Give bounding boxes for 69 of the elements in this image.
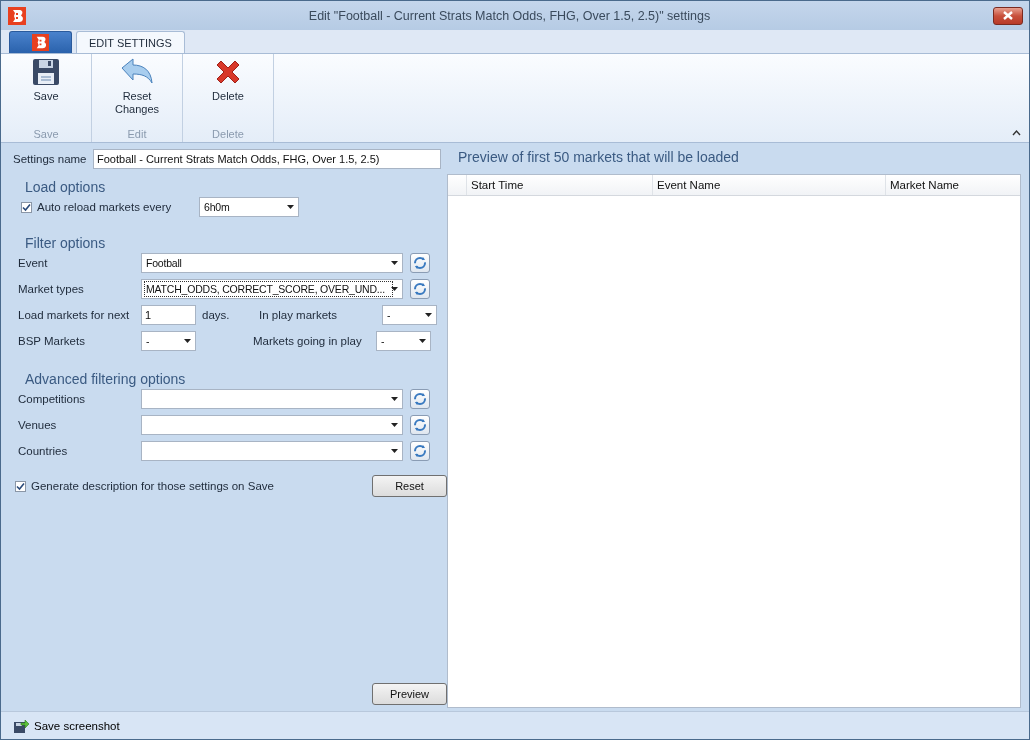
dropdown[interactable]: Football bbox=[141, 253, 403, 273]
column-header[interactable]: Start Time bbox=[466, 175, 652, 195]
save-arrow-icon[interactable] bbox=[13, 717, 29, 734]
refresh-icon bbox=[413, 418, 427, 432]
dropdown-caret-icon bbox=[287, 205, 294, 209]
undo-arrow-icon bbox=[120, 58, 154, 86]
app-logo-icon bbox=[32, 34, 49, 51]
refresh-button[interactable] bbox=[410, 253, 430, 273]
dropdown-caret-icon bbox=[391, 423, 398, 427]
close-button[interactable] bbox=[993, 6, 1023, 25]
field-label: Event bbox=[18, 257, 49, 269]
checkbox[interactable] bbox=[21, 201, 32, 213]
group-label: Save bbox=[33, 128, 59, 140]
status-label[interactable]: Save screenshot bbox=[34, 719, 120, 732]
settings-name-field[interactable]: Football - Current Strats Match Odds, FHG, Over 1.5, 2.5) bbox=[93, 149, 441, 169]
field-label: BSP Markets bbox=[18, 335, 86, 347]
dropdown-caret-icon bbox=[419, 339, 426, 343]
preview-button[interactable]: Preview bbox=[372, 683, 447, 705]
field-label: Market types bbox=[18, 283, 85, 295]
field-label: In play markets bbox=[259, 309, 338, 321]
window-title: Edit "Football - Current Strats Match Odds, FHG, Over 1.5, 2.5)" settings bbox=[307, 8, 712, 23]
dropdown-caret-icon bbox=[391, 287, 398, 291]
dropdown-caret-icon bbox=[391, 397, 398, 401]
refresh-icon bbox=[413, 256, 427, 270]
field-label: Competitions bbox=[18, 393, 87, 405]
unit-label: days. bbox=[201, 309, 231, 321]
dropdown[interactable]: 6h0m bbox=[199, 197, 299, 217]
close-icon bbox=[1002, 11, 1014, 20]
dropdown[interactable]: - bbox=[376, 331, 431, 351]
refresh-button[interactable] bbox=[410, 415, 430, 435]
checkbox-label: Generate description for those settings on Save bbox=[31, 480, 274, 492]
field-label: Venues bbox=[18, 419, 58, 431]
ribbon-button[interactable]: Delete bbox=[191, 58, 265, 128]
group-label: Delete bbox=[212, 128, 244, 140]
ribbon-button[interactable]: Save bbox=[9, 58, 83, 128]
dropdown[interactable]: MATCH_ODDS, CORRECT_SCORE, OVER_UND... bbox=[141, 279, 403, 299]
section-heading: Load options bbox=[24, 178, 106, 197]
preview-heading: Preview of first 50 markets that will be loaded bbox=[457, 148, 739, 167]
refresh-button[interactable] bbox=[410, 389, 430, 409]
dropdown-caret-icon bbox=[391, 261, 398, 265]
dropdown-caret-icon bbox=[425, 313, 432, 317]
collapse-ribbon-icon[interactable] bbox=[1012, 129, 1021, 136]
reset-button[interactable]: Reset bbox=[372, 475, 447, 497]
column-header[interactable]: Market Name bbox=[885, 175, 1020, 195]
ribbon-button[interactable]: Reset Changes bbox=[100, 58, 174, 128]
cross-icon bbox=[214, 58, 242, 86]
checkbox-label: Auto reload markets every bbox=[37, 201, 173, 213]
field-label: Markets going in play bbox=[253, 335, 363, 347]
refresh-icon bbox=[413, 444, 427, 458]
refresh-button[interactable] bbox=[410, 441, 430, 461]
field-label: Load markets for next bbox=[18, 309, 131, 321]
ribbon-tab[interactable]: EDIT SETTINGS bbox=[76, 31, 185, 53]
refresh-icon bbox=[413, 392, 427, 406]
field-label: Countries bbox=[18, 445, 69, 457]
application-menu-button[interactable] bbox=[9, 31, 72, 53]
dropdown-caret-icon bbox=[391, 449, 398, 453]
checkbox[interactable] bbox=[15, 480, 26, 492]
section-heading: Advanced filtering options bbox=[24, 370, 186, 389]
app-logo-icon bbox=[8, 6, 26, 25]
dropdown-caret-icon bbox=[184, 339, 191, 343]
refresh-icon bbox=[413, 282, 427, 296]
field-label: Settings name bbox=[12, 153, 88, 165]
group-label: Edit bbox=[127, 128, 147, 140]
days-field[interactable]: 1 bbox=[141, 305, 196, 325]
refresh-button[interactable] bbox=[410, 279, 430, 299]
dropdown[interactable]: - bbox=[141, 331, 196, 351]
dropdown[interactable]: - bbox=[382, 305, 437, 325]
section-heading: Filter options bbox=[24, 234, 106, 253]
column-header[interactable]: Event Name bbox=[652, 175, 885, 195]
